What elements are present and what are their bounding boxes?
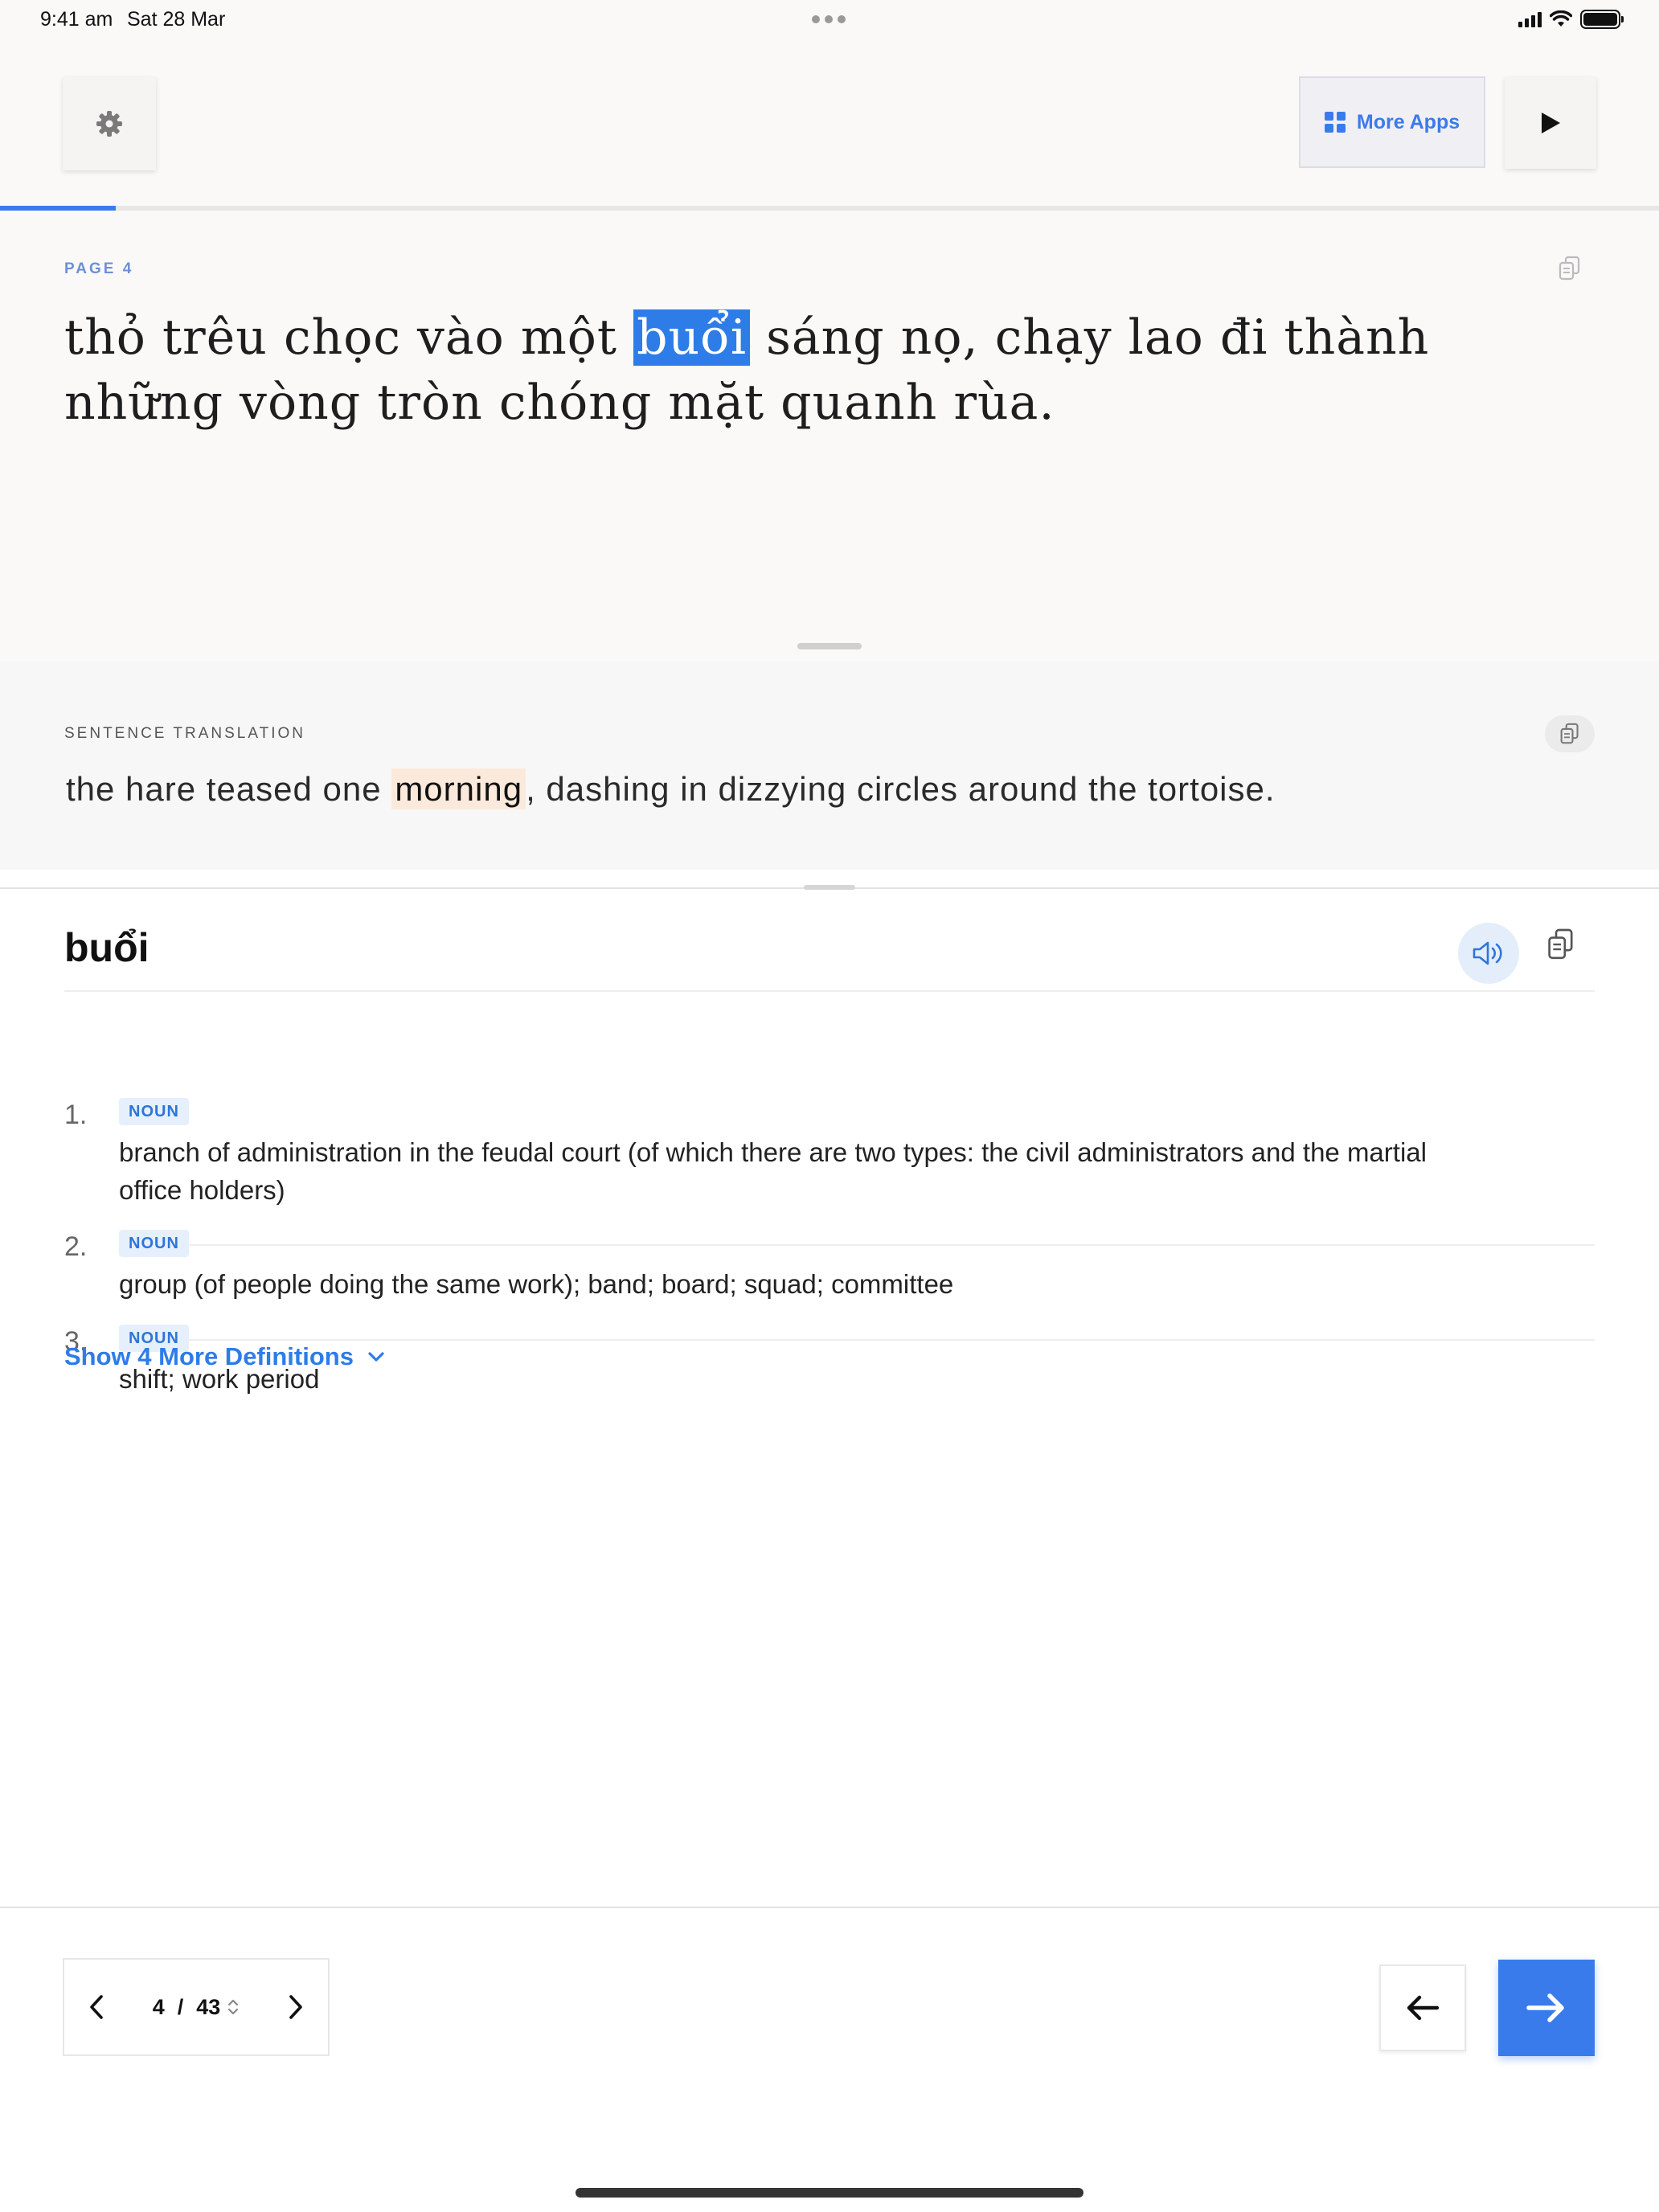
passage-text[interactable]: thỏ trêu chọc vào một buổi sáng nọ, chạy… (64, 305, 1575, 436)
definition-gloss: group (of people doing the same work); b… (119, 1269, 954, 1299)
more-apps-button[interactable]: More Apps (1299, 76, 1485, 168)
definition-gloss: branch of administration in the feudal c… (119, 1137, 1427, 1205)
multitasking-dots-icon[interactable] (812, 15, 846, 23)
play-button[interactable] (1505, 77, 1596, 169)
gear-icon (96, 111, 122, 137)
more-apps-label: More Apps (1356, 110, 1460, 133)
headword-divider (64, 990, 1595, 992)
home-indicator[interactable] (576, 2188, 1083, 2198)
translation-highlight: morning (391, 768, 526, 809)
sort-icon (228, 1999, 239, 2015)
translation-panel: SENTENCE TRANSLATION the hare teased one… (0, 661, 1659, 870)
translation-before: the hare teased one (66, 770, 392, 808)
speaker-icon (1473, 941, 1502, 965)
wifi-icon (1550, 10, 1572, 27)
part-of-speech-badge: NOUN (119, 1230, 189, 1257)
status-bar: 9:41 am Sat 28 Mar (0, 0, 1659, 40)
next-sentence-button[interactable] (1498, 1960, 1595, 2056)
chevron-left-icon[interactable] (87, 1993, 106, 2022)
copy-icon (1560, 723, 1579, 744)
translation-text: the hare teased one morning, dashing in … (66, 768, 1276, 809)
settings-button[interactable] (63, 77, 156, 170)
cellular-signal-icon (1518, 11, 1542, 27)
show-more-label[interactable]: Show 4 More Definitions (64, 1342, 354, 1371)
arrow-right-icon (1526, 1993, 1564, 2022)
pronounce-button[interactable] (1458, 923, 1519, 984)
reader-panel: PAGE 4 thỏ trêu chọc vào một buổi sáng n… (0, 211, 1659, 661)
total-pages: 43 (196, 1994, 221, 2019)
copy-icon (1548, 928, 1573, 960)
resize-handle-lower[interactable] (804, 885, 855, 890)
chevron-down-icon (368, 1352, 384, 1362)
play-icon (1542, 113, 1560, 133)
page-separator: / (177, 1994, 184, 2019)
selected-word[interactable]: buổi (633, 309, 751, 366)
passage-before[interactable]: thỏ trêu chọc vào một (64, 309, 633, 366)
chevron-right-icon[interactable] (286, 1993, 305, 2022)
copy-definition-button[interactable] (1546, 928, 1575, 965)
status-date: Sat 28 Mar (127, 8, 226, 31)
status-time: 9:41 am (40, 8, 113, 31)
previous-sentence-button[interactable] (1379, 1964, 1466, 2051)
copy-translation-button[interactable] (1545, 715, 1595, 752)
battery-icon (1580, 10, 1624, 29)
definition-divider (119, 1244, 1595, 1246)
current-page: 4 (152, 1994, 165, 2019)
translation-after: , dashing in dizzying circles around the… (526, 770, 1276, 808)
show-more-definitions-button[interactable]: Show 4 More Definitions (64, 1342, 386, 1371)
resize-handle[interactable] (797, 643, 862, 649)
arrow-left-icon (1407, 1995, 1440, 2021)
page-selector[interactable]: 4 / 43 (153, 1995, 240, 2020)
copy-passage-button[interactable] (1558, 256, 1582, 285)
grid-icon (1324, 112, 1346, 133)
translation-label: SENTENCE TRANSLATION (64, 725, 306, 742)
page-label: PAGE 4 (64, 260, 134, 277)
definition-number: 1. (64, 1100, 88, 1130)
headword: buổi (64, 925, 150, 970)
copy-icon (1559, 256, 1580, 281)
status-icons (1518, 10, 1624, 29)
definition-number: 2. (64, 1231, 88, 1262)
part-of-speech-badge: NOUN (119, 1098, 189, 1125)
top-toolbar: More Apps (0, 40, 1659, 206)
footer-divider (0, 1907, 1659, 1908)
definition-divider (119, 1339, 1595, 1341)
page-navigator: 4 / 43 (63, 1958, 330, 2056)
